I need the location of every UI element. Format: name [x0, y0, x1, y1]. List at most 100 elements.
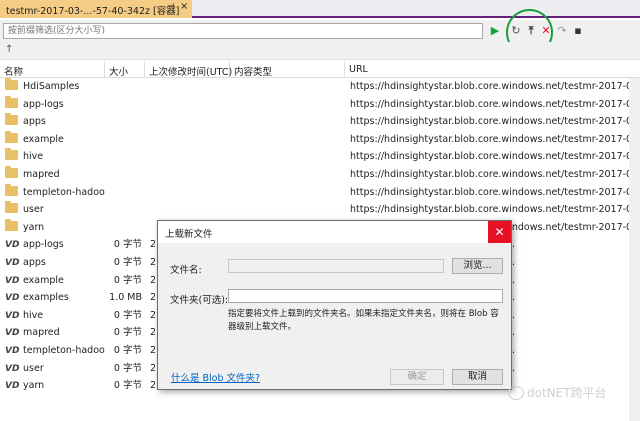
row-name: HdiSamples: [23, 81, 80, 92]
tab-title: testmr-2017-03-...-57-40-342z [容器]: [6, 6, 180, 17]
row-url: https://hdinsightystar.blob.core.windows…: [350, 98, 640, 110]
row-date: [150, 131, 230, 149]
virtual-directory-icon: VD: [5, 310, 20, 321]
row-size: 0 字节: [113, 362, 142, 374]
folder-field[interactable]: [228, 289, 503, 303]
table-row[interactable]: hive https://hdinsightystar.blob.core.win…: [0, 148, 640, 166]
navigation-bar: ↑: [0, 42, 640, 60]
row-date: [150, 166, 230, 184]
dialog-close-button[interactable]: ✕: [488, 221, 511, 243]
virtual-directory-icon: VD: [5, 257, 20, 268]
virtual-directory-icon: VD: [5, 275, 20, 286]
container-tab[interactable]: testmr-2017-03-...-57-40-342z [容器] ⊣ ×: [0, 0, 192, 18]
row-size: [106, 78, 142, 96]
watermark: dotNET跨平台: [527, 386, 607, 400]
row-size: 0 字节: [113, 344, 142, 356]
table-row[interactable]: app-logs https://hdinsightystar.blob.core…: [0, 95, 640, 114]
row-name: apps: [23, 116, 46, 128]
open-icon[interactable]: ↷: [555, 23, 569, 38]
folder-label: 文件夹(可选):: [170, 295, 229, 306]
table-row[interactable]: user https://hdinsightystar.blob.core.win…: [0, 201, 640, 219]
row-name: examples: [23, 292, 69, 304]
row-name: app-logs: [23, 98, 64, 110]
row-url: https://hdinsightystar.blob.core.windows…: [350, 204, 640, 216]
virtual-directory-icon: VD: [5, 381, 20, 392]
upload-dialog: 上载新文件 ✕ 文件名: 浏览... 文件夹(可选): 指定要将文件上载到的文件…: [157, 220, 512, 390]
file-name-field[interactable]: [228, 259, 444, 273]
row-date: [150, 78, 230, 96]
column-url[interactable]: URL: [345, 61, 640, 78]
watermark-chat-icon: [508, 386, 524, 400]
column-header-row: 名称 大小 上次修改时间(UTC) 内容类型 URL: [0, 61, 640, 78]
table-row[interactable]: templeton-hadoop https://hdinsightystar.b…: [0, 183, 640, 202]
column-content-type[interactable]: 内容类型: [230, 61, 345, 78]
folder-hint: 指定要将文件上载到的文件夹名。如果未指定文件夹名，则将在 Blob 容器级别上载…: [228, 309, 499, 332]
folder-icon: [5, 78, 18, 90]
row-date: [150, 96, 230, 114]
table-row[interactable]: example https://hdinsightystar.blob.core.…: [0, 130, 640, 149]
row-url: https://hdinsightystar.blob.core.windows…: [350, 81, 640, 92]
prefix-filter-input[interactable]: [4, 24, 482, 38]
table-row[interactable]: apps https://hdinsightystar.blob.core.win…: [0, 113, 640, 131]
vertical-scrollbar[interactable]: [629, 78, 640, 421]
row-size: [106, 113, 142, 131]
virtual-directory-icon: VD: [5, 240, 20, 251]
tab-close-icon[interactable]: ×: [180, 1, 188, 12]
ok-button[interactable]: 确定: [390, 369, 444, 385]
row-size: 1.0 MB: [109, 292, 142, 304]
folder-icon: [5, 201, 18, 214]
row-date: [150, 148, 230, 166]
row-size: [106, 166, 142, 184]
folder-icon: [5, 218, 18, 231]
folder-input[interactable]: [229, 290, 502, 302]
row-date: [150, 113, 230, 131]
row-url: https://hdinsightystar.blob.core.windows…: [350, 186, 640, 198]
folder-icon: [5, 130, 18, 143]
folder-icon: [5, 183, 18, 196]
save-icon[interactable]: ▪: [571, 23, 585, 38]
blob-folder-help-link[interactable]: 什么是 Blob 文件夹?: [171, 370, 260, 384]
row-url: https://hdinsightystar.blob.core.windows…: [350, 151, 640, 163]
row-size: [106, 148, 142, 166]
row-name: mapred: [23, 168, 60, 180]
virtual-directory-icon: VD: [5, 293, 20, 304]
row-name: app-logs: [23, 239, 64, 251]
column-modified[interactable]: 上次修改时间(UTC): [145, 61, 232, 78]
virtual-directory-icon: VD: [5, 363, 20, 374]
row-name: yarn: [23, 380, 45, 392]
row-name: example: [23, 274, 64, 286]
up-arrow-icon[interactable]: ↑: [5, 44, 13, 55]
folder-icon: [5, 95, 18, 108]
row-size: 0 字节: [113, 239, 142, 251]
row-size: 0 字节: [113, 256, 142, 268]
row-name: user: [23, 362, 44, 374]
column-name[interactable]: 名称: [0, 61, 105, 78]
row-name: apps: [23, 256, 46, 268]
row-name: hive: [23, 151, 44, 163]
row-name: user: [23, 204, 44, 216]
row-url: https://hdinsightystar.blob.core.windows…: [350, 116, 640, 128]
file-name-input[interactable]: [229, 260, 443, 272]
cancel-button[interactable]: 取消: [452, 369, 503, 385]
row-size: 0 字节: [113, 380, 142, 392]
row-size: [106, 131, 142, 149]
file-name-label: 文件名:: [170, 265, 202, 276]
row-url: https://hdinsightystar.blob.core.windows…: [350, 168, 640, 180]
folder-icon: [5, 148, 18, 161]
pin-icon[interactable]: ⊣: [167, 2, 175, 12]
folder-icon: [5, 165, 18, 178]
prefix-filter-box[interactable]: [3, 23, 483, 39]
run-icon[interactable]: ▶: [488, 23, 502, 38]
row-size: [106, 96, 142, 114]
table-row[interactable]: mapred https://hdinsightystar.blob.core.w…: [0, 165, 640, 184]
dialog-title: 上载新文件: [165, 229, 213, 240]
row-date: [150, 184, 230, 202]
column-size[interactable]: 大小: [105, 61, 145, 78]
row-name: mapred: [23, 327, 60, 339]
dialog-title-bar: 上载新文件 ✕: [158, 221, 511, 243]
row-url: https://hdinsightystar.blob.core.windows…: [350, 133, 640, 145]
virtual-directory-icon: VD: [5, 345, 20, 356]
browse-button[interactable]: 浏览...: [452, 258, 503, 274]
table-row[interactable]: HdiSamples https://hdinsightystar.blob.co…: [0, 78, 640, 96]
row-name: example: [23, 133, 64, 145]
